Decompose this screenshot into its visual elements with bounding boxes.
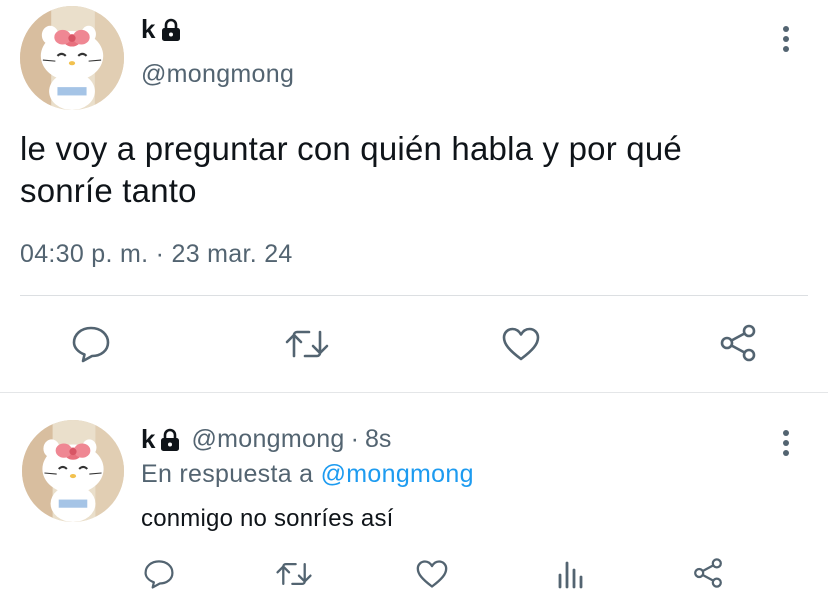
share-nodes-icon[interactable] [690, 555, 726, 591]
more-vertical-icon[interactable] [776, 428, 796, 458]
share-nodes-icon[interactable] [716, 322, 760, 364]
tweet-text-line: le voy a preguntar con quién habla y por… [20, 130, 682, 167]
replying-to-mention-link[interactable]: @mongmong [321, 460, 474, 488]
author-name-text[interactable]: k [141, 14, 156, 45]
replying-to-label: En respuesta a [141, 460, 314, 488]
reply-action-bar [0, 555, 828, 595]
reply-tweet-text: conmigo no sonríes así [141, 505, 394, 532]
tweet-thread-view: k @mongmong le voy a preguntar con quién… [0, 0, 828, 604]
tweet-timestamp[interactable]: 04:30 p. m. · 23 mar. 24 [20, 240, 293, 269]
analytics-bars-icon[interactable] [554, 557, 586, 591]
separator-dot: · [350, 425, 359, 453]
tweet-text: le voy a preguntar con quién habla y por… [20, 128, 810, 212]
section-divider [0, 392, 828, 393]
lock-icon [159, 428, 181, 452]
retweet-icon[interactable] [274, 559, 314, 589]
heart-icon[interactable] [500, 324, 542, 364]
reply-header: k @mongmong · 8s [141, 424, 391, 455]
tweet-text-line: sonríe tanto [20, 172, 197, 209]
hello-kitty-avatar-image [20, 6, 124, 110]
tweet-action-bar [0, 318, 828, 368]
author-name[interactable]: k [141, 14, 182, 45]
reply-author-name-text[interactable]: k [141, 424, 155, 455]
retweet-icon[interactable] [284, 326, 330, 362]
lock-icon [160, 18, 182, 42]
author-avatar[interactable] [20, 6, 124, 110]
hello-kitty-avatar-image [22, 420, 124, 522]
more-vertical-icon[interactable] [776, 24, 796, 54]
author-handle[interactable]: @mongmong [141, 60, 294, 89]
reply-timestamp[interactable]: 8s [365, 425, 391, 454]
divider [20, 295, 808, 296]
replying-to-line: En respuesta a @mongmong [141, 460, 474, 489]
reply-author-avatar[interactable] [22, 420, 124, 522]
heart-icon[interactable] [414, 557, 450, 591]
reply-author-handle[interactable]: @mongmong [191, 425, 344, 454]
reply-bubble-icon[interactable] [142, 557, 176, 591]
reply-bubble-icon[interactable] [70, 324, 112, 364]
reply-author-name[interactable]: k [141, 424, 181, 455]
